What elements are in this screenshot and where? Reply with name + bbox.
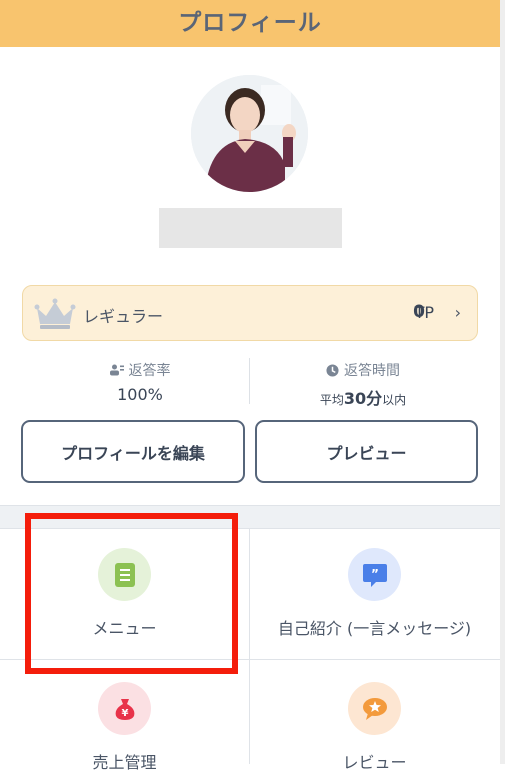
sales-label: 売上管理 [92,753,157,772]
response-rate-label: 返答率 [128,363,171,379]
response-rate-value: 100% [117,385,163,404]
self-introduction-label: 自己紹介 (一言メッセージ) [277,619,472,638]
menu-tile-sales[interactable]: ¥ 売上管理 [0,682,249,773]
response-rate-stat: 返答率 100% [30,360,250,404]
menu-tile-menu[interactable]: メニュー [0,548,249,639]
tp-unit: TP [414,303,434,322]
rank-bar[interactable]: レギュラー 0 TP › [22,285,478,341]
users-icon [109,364,124,376]
response-time-number: 30分 [343,389,383,408]
profile-avatar[interactable] [191,75,308,192]
response-time-suffix: 以内 [382,393,407,407]
avatar-image [191,75,308,192]
edit-profile-button[interactable]: プロフィールを編集 [21,420,245,483]
response-time-prefix: 平均 [319,393,344,407]
scroll-edge [500,0,505,764]
svg-text:”: ” [371,567,379,581]
app-header: プロフィール [0,0,500,47]
star-bubble-icon [348,682,401,735]
menu-tile-review[interactable]: レビュー [250,682,499,773]
page-title: プロフィール [178,10,322,36]
section-separator [0,505,500,529]
rank-label: レギュラー [83,307,164,326]
chevron-right-icon: › [454,303,461,322]
grid-divider-horizontal [0,659,500,660]
response-time-label: 返答時間 [344,363,400,379]
review-label: レビュー [342,753,407,772]
clock-icon [326,363,339,377]
response-time-stat: 返答時間 平均30分以内 [253,360,473,409]
preview-button[interactable]: プレビュー [255,420,478,483]
svg-text:¥: ¥ [121,708,128,719]
menu-tile-self-introduction[interactable]: ” 自己紹介 (一言メッセージ) [250,548,499,639]
response-time-value: 平均30分以内 [253,385,473,409]
display-name-placeholder [159,208,342,248]
menu-tile-label: メニュー [92,619,157,638]
crown-icon [33,296,77,334]
money-bag-icon: ¥ [98,682,151,735]
stat-divider [249,358,250,404]
list-icon [98,548,151,601]
quote-bubble-icon: ” [348,548,401,601]
